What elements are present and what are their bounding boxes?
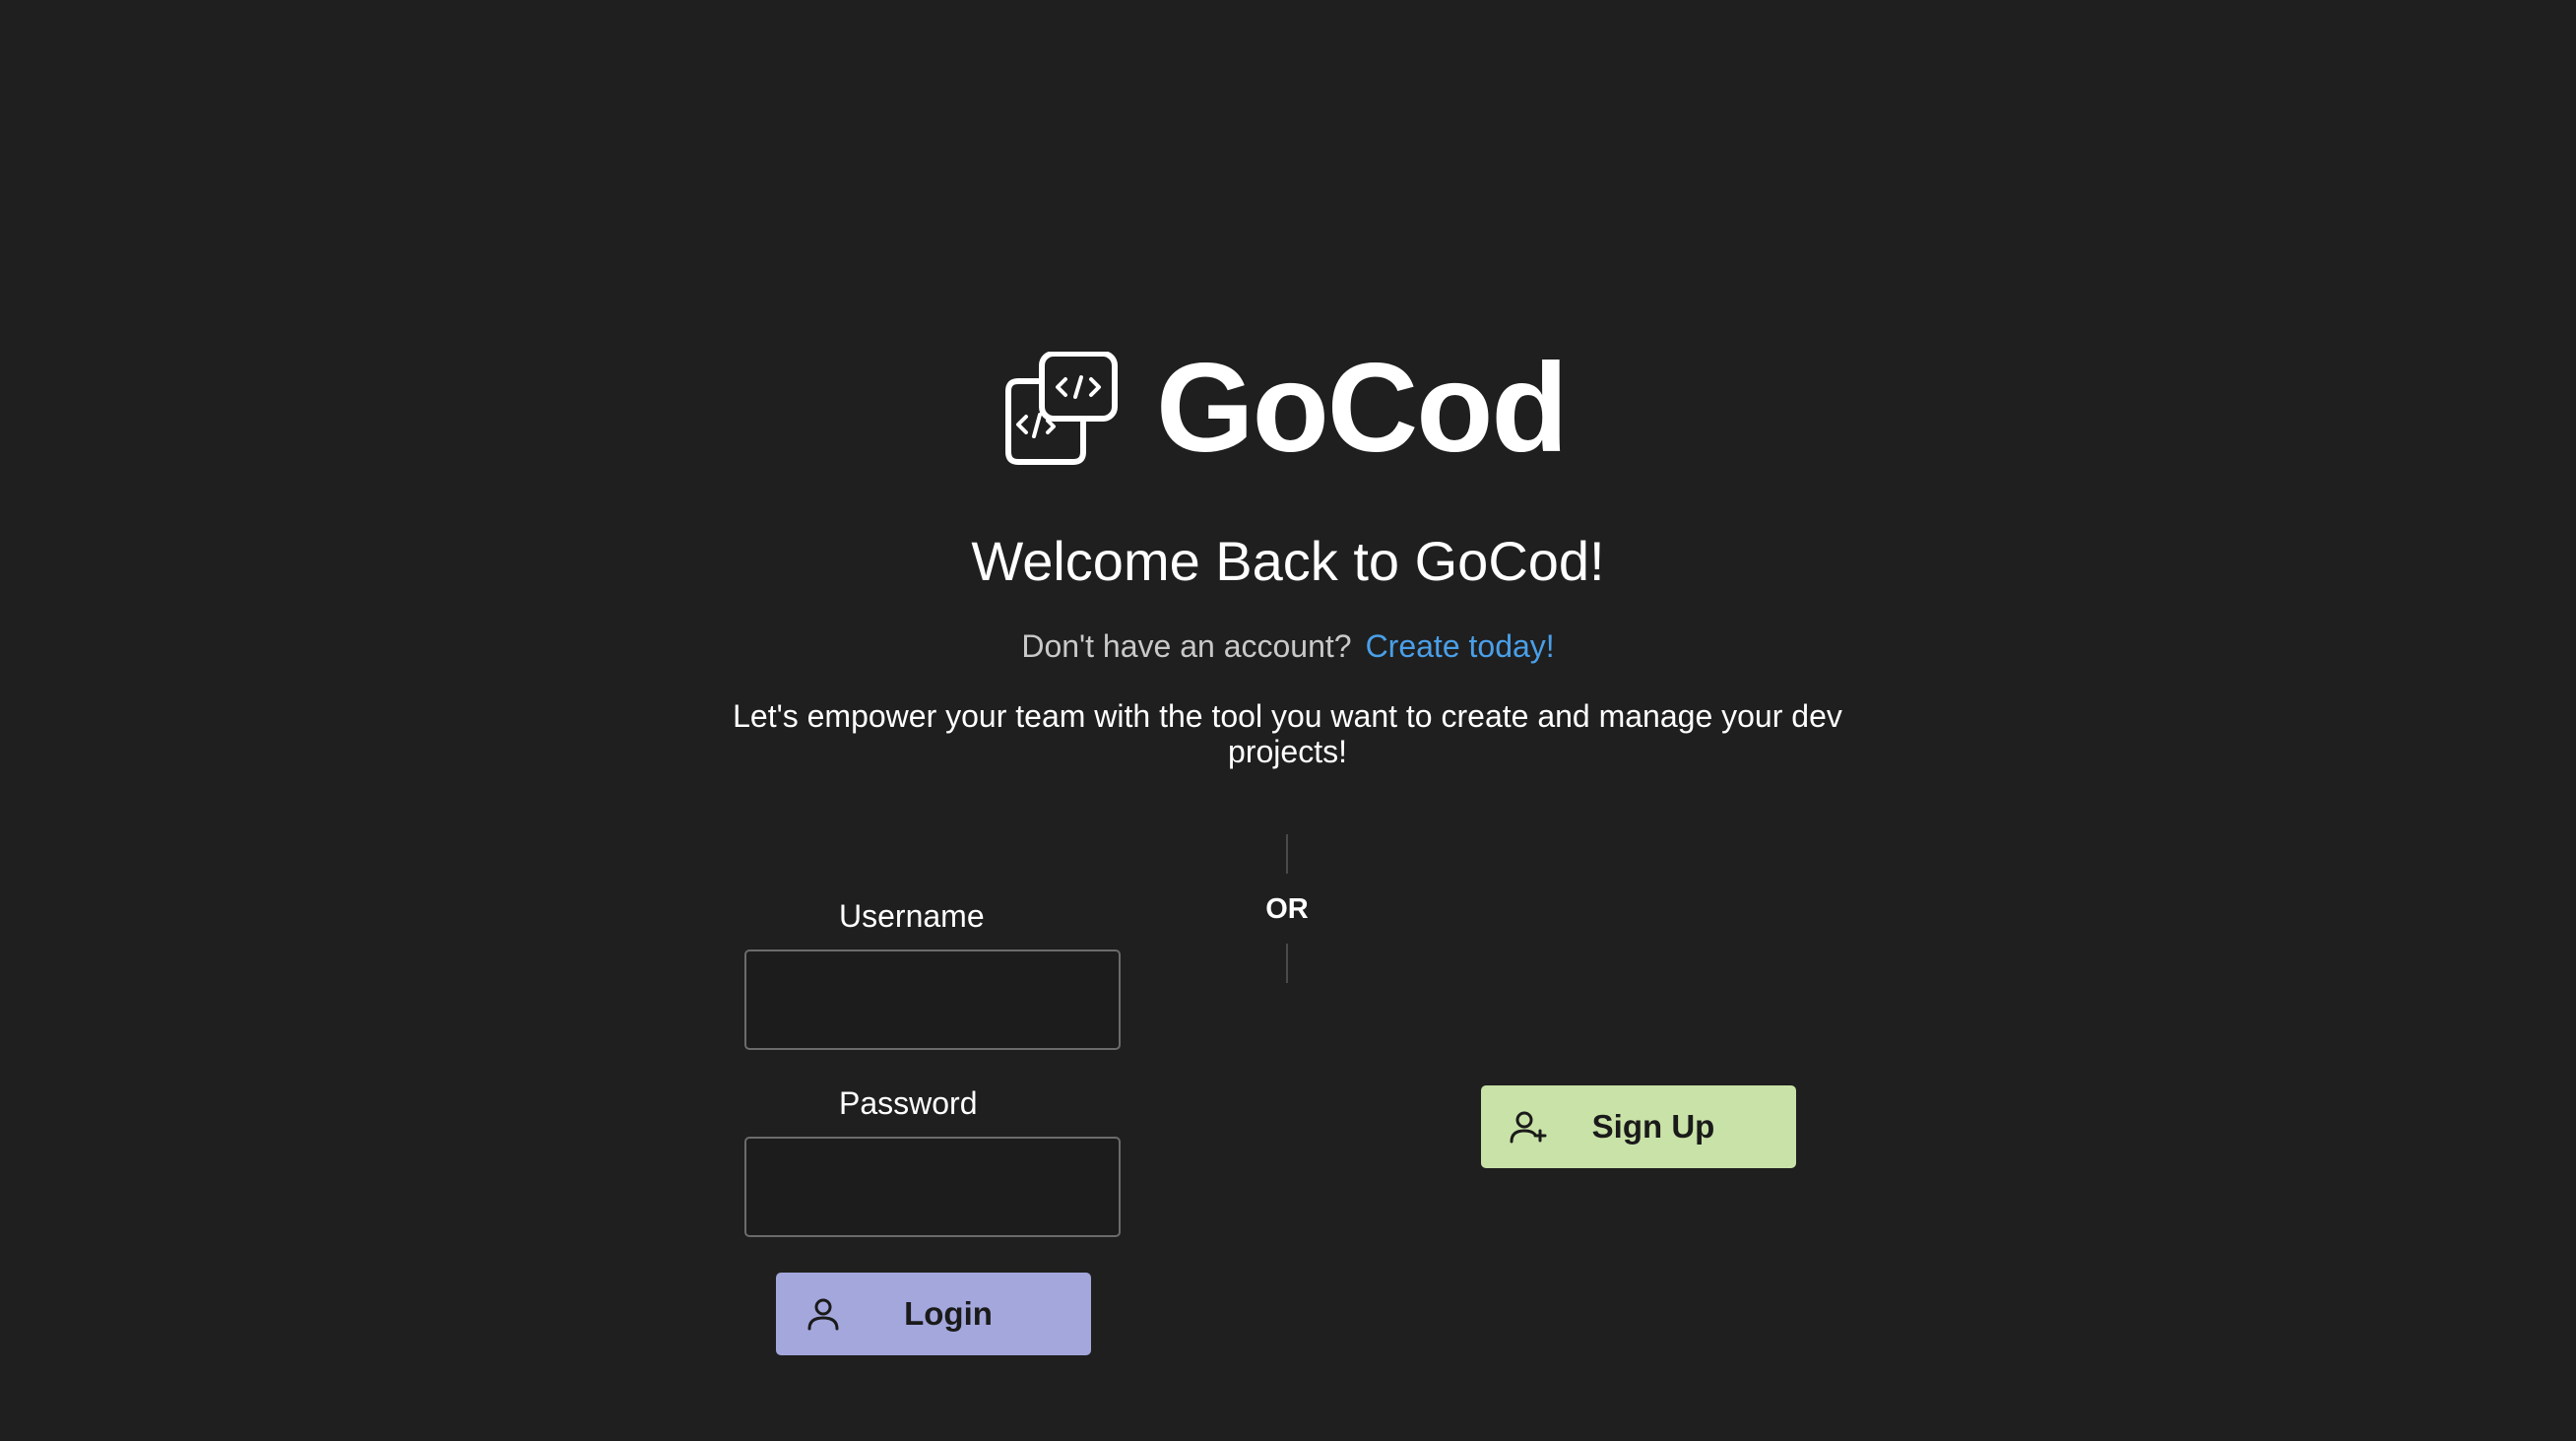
- login-page: GoCod Welcome Back to GoCod! Don't have …: [0, 0, 2576, 1441]
- username-label: Username: [839, 898, 985, 934]
- password-label: Password: [839, 1085, 978, 1121]
- username-field[interactable]: [744, 950, 1121, 1050]
- login-button-label: Login: [904, 1295, 993, 1332]
- account-prompt-row: Don't have an account? Create today!: [0, 623, 2576, 669]
- sign-up-button[interactable]: Sign Up: [1481, 1085, 1796, 1168]
- or-separator: OR: [1265, 893, 1309, 925]
- create-account-link[interactable]: Create today!: [1366, 628, 1555, 664]
- tagline: Let's empower your team with the tool yo…: [733, 698, 1842, 769]
- code-windows-icon: [1005, 352, 1118, 465]
- sign-up-button-label: Sign Up: [1591, 1108, 1715, 1145]
- brand-logo: GoCod: [1004, 338, 1576, 479]
- divider-bottom: [1286, 944, 1288, 983]
- brand-name: GoCod: [1156, 338, 1569, 479]
- login-button[interactable]: Login: [776, 1273, 1091, 1355]
- password-field[interactable]: [744, 1137, 1121, 1237]
- page-title: Welcome Back to GoCod!: [971, 530, 1605, 592]
- divider-top: [1286, 834, 1288, 874]
- account-prompt-text: Don't have an account?: [1021, 628, 1352, 664]
